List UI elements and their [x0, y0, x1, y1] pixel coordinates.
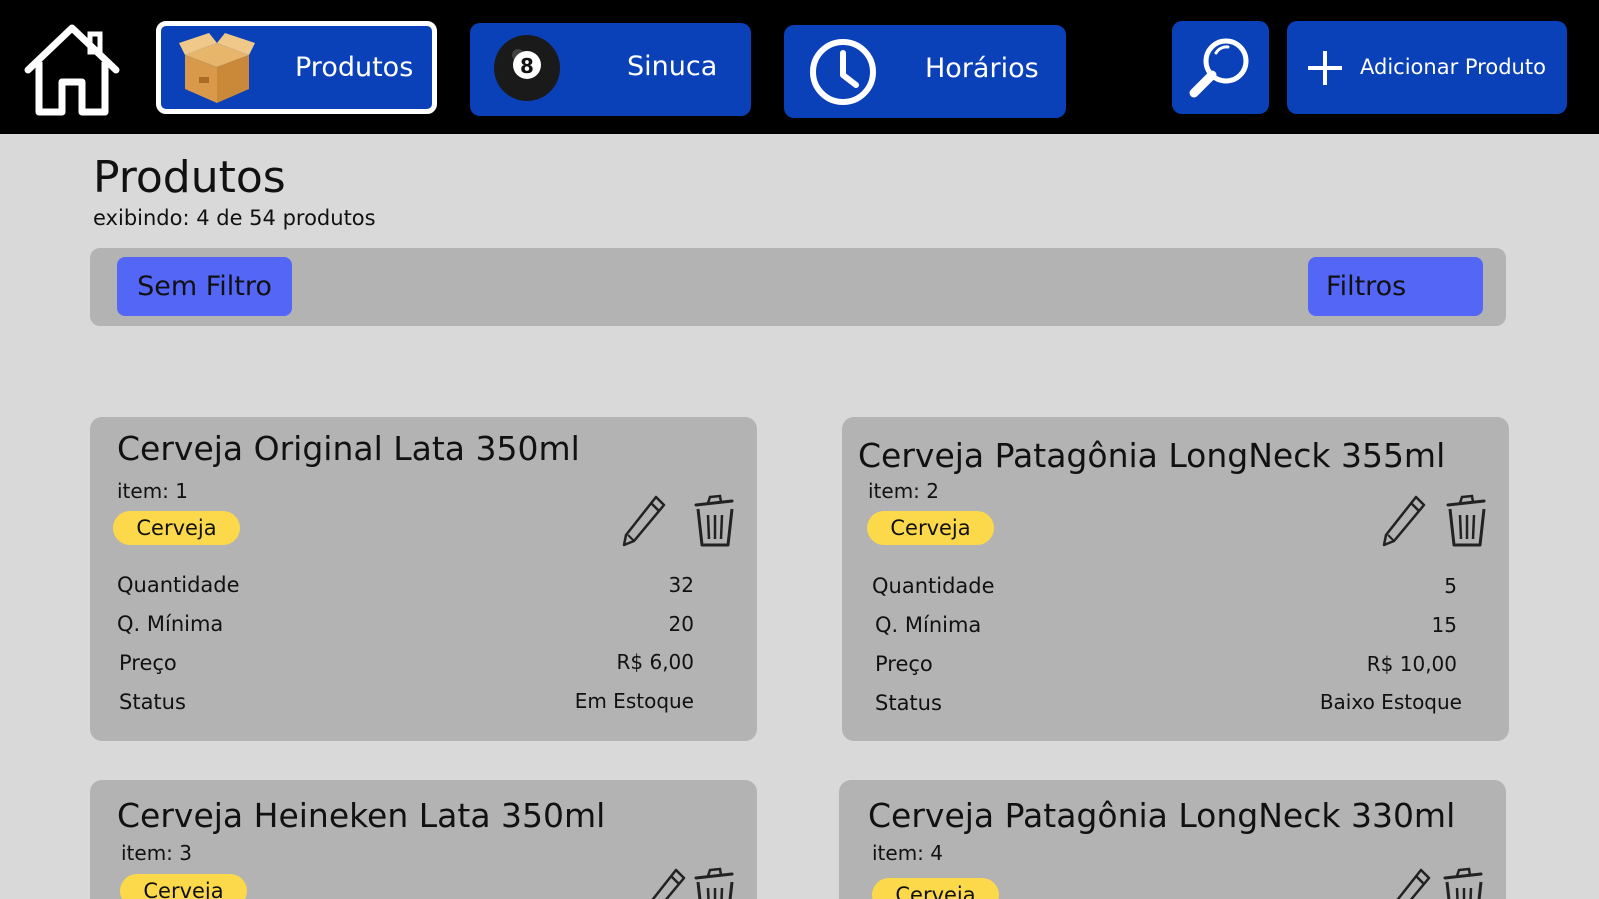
page-title: Produtos — [93, 152, 286, 203]
nav-sinuca-label: Sinuca — [627, 51, 718, 82]
nav-sinuca-button[interactable]: 8 Sinuca — [470, 23, 751, 116]
box-icon — [179, 33, 255, 103]
product-name: Cerveja Patagônia LongNeck 330ml — [868, 796, 1456, 835]
status-label: Status — [875, 691, 942, 715]
billiard-ball-icon: 8 — [494, 35, 560, 101]
product-name: Cerveja Heineken Lata 350ml — [117, 796, 606, 835]
no-filter-button[interactable]: Sem Filtro — [117, 257, 292, 316]
q-minima-value: 15 — [1431, 613, 1457, 637]
preco-label: Preço — [119, 651, 177, 675]
pencil-icon[interactable] — [620, 493, 668, 549]
nav-produtos-button[interactable]: Produtos — [156, 21, 437, 114]
filter-bar: Sem Filtro Filtros — [90, 248, 1506, 326]
search-button[interactable] — [1172, 21, 1269, 114]
category-badge: Cerveja — [872, 878, 999, 899]
page-subtitle: exibindo: 4 de 54 produtos — [93, 206, 376, 230]
status-value: Baixo Estoque — [1319, 690, 1462, 714]
quantidade-label: Quantidade — [117, 573, 240, 597]
nav-horarios-button[interactable]: Horários — [784, 25, 1066, 118]
product-card: Cerveja Patagônia LongNeck 330ml item: 4… — [839, 780, 1506, 899]
quantidade-value: 32 — [668, 573, 694, 597]
product-card: Cerveja Patagônia LongNeck 355ml item: 2… — [842, 417, 1509, 741]
trash-icon[interactable] — [690, 493, 738, 549]
product-item-number: item: 3 — [121, 841, 193, 865]
trash-icon[interactable] — [1439, 866, 1487, 899]
filters-button[interactable]: Filtros — [1308, 257, 1483, 316]
quantidade-value: 5 — [1444, 574, 1457, 598]
product-item-number: item: 1 — [117, 479, 189, 503]
product-name: Cerveja Patagônia LongNeck 355ml — [858, 436, 1446, 475]
trash-icon[interactable] — [1442, 493, 1490, 549]
q-minima-value: 20 — [668, 612, 694, 636]
add-product-button[interactable]: Adicionar Produto — [1287, 21, 1567, 114]
home-icon — [24, 24, 120, 116]
pencil-icon[interactable] — [1380, 493, 1428, 549]
product-card: Cerveja Original Lata 350ml item: 1 Cerv… — [90, 417, 757, 741]
preco-value: R$ 6,00 — [616, 650, 694, 674]
search-icon — [1189, 38, 1248, 97]
product-item-number: item: 2 — [868, 479, 940, 503]
clock-icon — [810, 39, 876, 105]
preco-value: R$ 10,00 — [1366, 652, 1457, 676]
add-product-label: Adicionar Produto — [1360, 55, 1546, 79]
category-badge: Cerveja — [867, 511, 994, 545]
home-button[interactable] — [22, 22, 122, 118]
pencil-icon[interactable] — [640, 866, 688, 899]
pencil-icon[interactable] — [1385, 866, 1433, 899]
ball-number: 8 — [520, 54, 534, 78]
nav-produtos-label: Produtos — [295, 52, 414, 83]
top-navbar: Produtos 8 Sinuca Horários Adicionar Pro… — [0, 0, 1599, 134]
category-badge: Cerveja — [113, 511, 240, 545]
trash-icon[interactable] — [690, 866, 738, 899]
product-name: Cerveja Original Lata 350ml — [117, 429, 580, 468]
plus-icon — [1308, 51, 1342, 85]
product-item-number: item: 4 — [872, 841, 944, 865]
nav-horarios-label: Horários — [925, 53, 1039, 84]
product-card: Cerveja Heineken Lata 350ml item: 3 Cerv… — [90, 780, 757, 899]
quantidade-label: Quantidade — [872, 574, 995, 598]
category-badge: Cerveja — [120, 874, 247, 899]
preco-label: Preço — [875, 652, 933, 676]
q-minima-label: Q. Mínima — [117, 612, 224, 636]
q-minima-label: Q. Mínima — [875, 613, 982, 637]
status-label: Status — [119, 690, 186, 714]
status-value: Em Estoque — [574, 689, 694, 713]
